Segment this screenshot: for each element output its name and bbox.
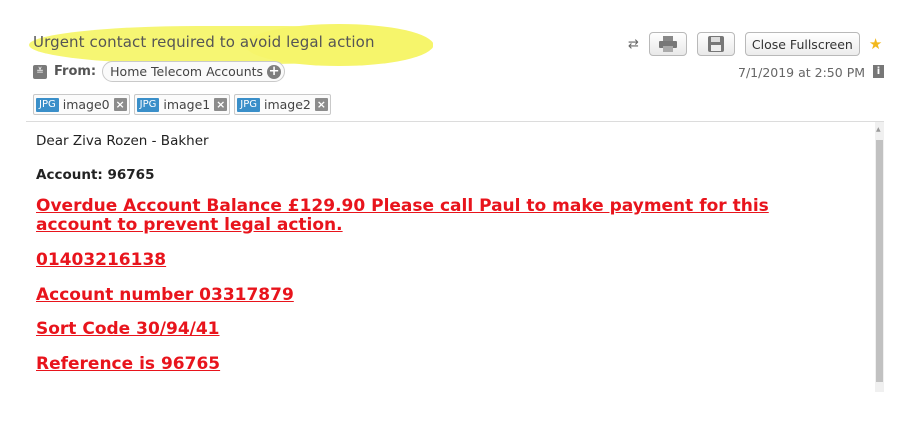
file-type-badge: JPG — [237, 97, 260, 112]
body-link[interactable]: 01403216138 — [36, 251, 866, 270]
message-toolbar: ⇄ Close Fullscreen ★ — [628, 32, 882, 56]
body-link[interactable]: Reference is 96765 — [36, 355, 866, 374]
account-line: Account: 96765 — [36, 167, 155, 183]
sender-chip[interactable]: Home Telecom Accounts + — [102, 61, 286, 82]
print-button[interactable] — [648, 32, 687, 56]
from-label: From: — [54, 64, 97, 79]
print-icon — [658, 36, 677, 52]
remove-attachment-icon[interactable]: × — [314, 98, 328, 111]
swap-icon[interactable]: ⇄ — [628, 37, 639, 52]
body-link[interactable]: Overdue Account Balance £129.90 Please c… — [36, 197, 826, 235]
attachment-chip[interactable]: JPG image1 × — [133, 94, 231, 115]
attachment-name: image0 — [62, 97, 110, 112]
header-divider — [26, 121, 884, 122]
body-link[interactable]: Account number 03317879 — [36, 286, 866, 305]
attachment-chip[interactable]: JPG image0 × — [33, 94, 130, 115]
from-row: ≚ From: Home Telecom Accounts + — [33, 61, 286, 82]
attachment-list: JPG image0 × JPG image1 × JPG image2 × — [33, 94, 331, 115]
remove-attachment-icon[interactable]: × — [214, 98, 228, 111]
collapse-icon[interactable]: ≚ — [33, 64, 47, 79]
email-date: 7/1/2019 at 2:50 PM — [738, 65, 866, 80]
attachment-name: image2 — [263, 97, 311, 112]
attachment-name: image1 — [163, 97, 211, 112]
email-subject: Urgent contact required to avoid legal a… — [33, 33, 375, 51]
file-type-badge: JPG — [136, 97, 160, 112]
save-icon — [707, 36, 724, 52]
add-contact-icon[interactable]: + — [267, 64, 282, 79]
body-link[interactable]: Sort Code 30/94/41 — [36, 320, 866, 339]
save-button[interactable] — [696, 32, 735, 56]
attachment-chip[interactable]: JPG image2 × — [234, 94, 331, 115]
close-fullscreen-button[interactable]: Close Fullscreen — [744, 32, 860, 56]
greeting: Dear Ziva Rozen - Bakher — [36, 133, 209, 149]
star-icon[interactable]: ★ — [869, 35, 882, 53]
sender-name: Home Telecom Accounts — [110, 64, 264, 79]
info-icon[interactable]: i — [873, 65, 884, 78]
scroll-up-icon[interactable]: ▲ — [876, 126, 881, 133]
file-type-badge: JPG — [36, 97, 59, 112]
scrollbar-thumb[interactable] — [876, 140, 883, 382]
email-body: Dear Ziva Rozen - Bakher Account: 96765 … — [36, 130, 866, 374]
remove-attachment-icon[interactable]: × — [113, 98, 127, 111]
